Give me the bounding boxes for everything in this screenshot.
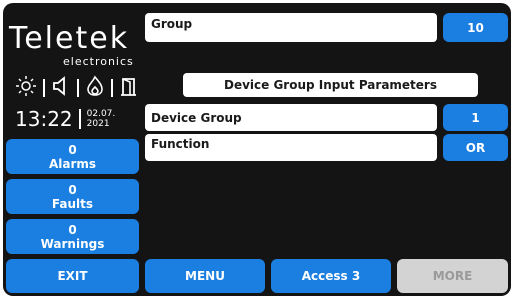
date-year: 2021 bbox=[86, 119, 110, 129]
status-icon-bar bbox=[15, 75, 139, 101]
alarms-label: Alarms bbox=[48, 156, 97, 171]
warnings-count: 0 bbox=[68, 222, 77, 237]
device-group-value[interactable]: 1 bbox=[443, 104, 508, 131]
function-field[interactable]: Function bbox=[145, 134, 437, 161]
device-group-label: Device Group bbox=[151, 110, 242, 125]
date-day-month: 02.07. bbox=[86, 109, 116, 119]
teletek-logo: Teletek bbox=[9, 21, 130, 56]
warnings-label: Warnings bbox=[40, 236, 105, 251]
group-label: Group bbox=[151, 17, 193, 31]
faults-button[interactable]: 0 Faults bbox=[6, 179, 139, 214]
function-value[interactable]: OR bbox=[443, 134, 508, 161]
function-label: Function bbox=[151, 137, 210, 151]
group-value[interactable]: 10 bbox=[443, 13, 508, 42]
device-group-field[interactable]: Device Group bbox=[145, 104, 437, 131]
faults-count: 0 bbox=[68, 182, 77, 197]
sun-icon bbox=[15, 75, 37, 101]
section-title: Device Group Input Parameters bbox=[183, 73, 478, 97]
alarms-count: 0 bbox=[68, 142, 77, 157]
speaker-icon bbox=[51, 75, 71, 101]
menu-button[interactable]: MENU bbox=[145, 259, 265, 293]
clock-date: 02.07. 2021 bbox=[78, 109, 116, 129]
group-field[interactable]: Group bbox=[145, 13, 437, 42]
more-button[interactable]: MORE bbox=[397, 259, 508, 293]
flame-icon bbox=[85, 75, 105, 101]
faults-label: Faults bbox=[51, 196, 94, 211]
logo-subtitle: electronics bbox=[63, 55, 134, 68]
device-panel: Teletek electronics 13:22 02.07. 2021 0 … bbox=[3, 3, 511, 296]
clock-time: 13:22 bbox=[15, 107, 73, 131]
alarms-button[interactable]: 0 Alarms bbox=[6, 139, 139, 174]
icon-divider bbox=[111, 79, 113, 97]
access-level-button[interactable]: Access 3 bbox=[271, 259, 391, 293]
exit-button[interactable]: EXIT bbox=[6, 259, 139, 293]
icon-divider bbox=[77, 79, 79, 97]
warnings-button[interactable]: 0 Warnings bbox=[6, 219, 139, 254]
icon-divider bbox=[43, 79, 45, 97]
door-icon bbox=[119, 75, 139, 101]
clock: 13:22 02.07. 2021 bbox=[15, 107, 115, 131]
